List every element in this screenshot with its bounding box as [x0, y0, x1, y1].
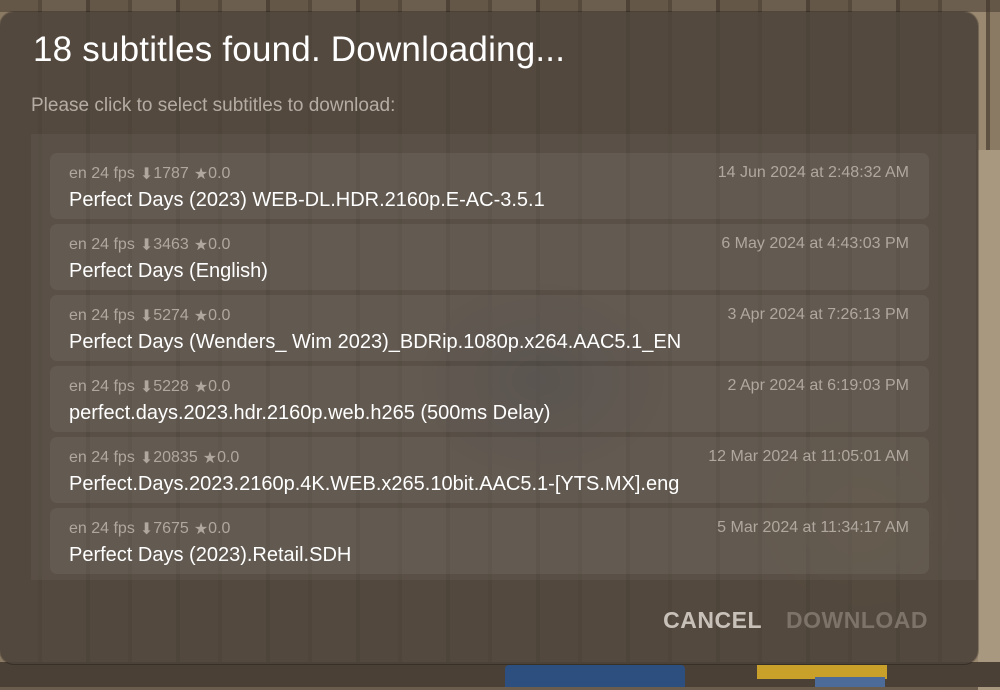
subtitle-name: Perfect Days (Wenders_ Wim 2023)_BDRip.1… [69, 331, 682, 353]
subtitle-rating: 0.0 [208, 236, 231, 253]
subtitle-rating: 0.0 [208, 378, 231, 395]
subtitle-item[interactable]: en 24 fps ⬇ 7675 ★ 0.0 5 Mar 2024 at 11:34… [50, 508, 929, 574]
download-arrow-icon: ⬇ [139, 379, 154, 396]
subtitle-meta: en 24 fps ⬇ 1787 ★ 0.0 [69, 164, 230, 184]
subtitle-download-count: 20835 [153, 449, 198, 466]
background-right-post [978, 150, 1000, 690]
background-figure-shoe [815, 677, 885, 687]
background-top-strip [0, 0, 1000, 12]
download-arrow-icon: ⬇ [139, 450, 154, 467]
download-button[interactable]: DOWNLOAD [786, 607, 928, 634]
subtitle-date: 3 Apr 2024 at 7:26:13 PM [727, 306, 909, 323]
subtitle-download-count: 7675 [153, 520, 189, 537]
subtitle-date: 2 Apr 2024 at 6:19:03 PM [727, 377, 909, 394]
star-icon: ★ [193, 379, 209, 396]
subtitle-meta: en 24 fps ⬇ 5274 ★ 0.0 [69, 306, 230, 326]
subtitle-list[interactable]: en 24 fps ⬇ 1787 ★ 0.0 14 Jun 2024 at 2:48… [31, 134, 976, 580]
subtitle-date: 12 Mar 2024 at 11:05:01 AM [708, 448, 909, 465]
subtitle-lang-fps: en 24 fps [69, 449, 135, 466]
star-icon: ★ [193, 308, 209, 325]
download-arrow-icon: ⬇ [139, 166, 154, 183]
subtitle-item[interactable]: en 24 fps ⬇ 1787 ★ 0.0 14 Jun 2024 at 2:48… [50, 153, 929, 219]
cancel-button[interactable]: CANCEL [663, 607, 762, 634]
star-icon: ★ [202, 450, 218, 467]
subtitle-download-count: 5274 [153, 307, 189, 324]
subtitle-lang-fps: en 24 fps [69, 165, 135, 182]
subtitle-item[interactable]: en 24 fps ⬇ 5274 ★ 0.0 3 Apr 2024 at 7:26:… [50, 295, 929, 361]
subtitle-name: Perfect Days (2023) WEB-DL.HDR.2160p.E-A… [69, 189, 545, 211]
subtitle-date: 6 May 2024 at 4:43:03 PM [721, 235, 909, 252]
download-arrow-icon: ⬇ [139, 308, 154, 325]
dialog-actions: CANCEL DOWNLOAD [663, 607, 928, 634]
subtitle-name: Perfect.Days.2023.2160p.4K.WEB.x265.10bi… [69, 473, 680, 495]
subtitle-rating: 0.0 [208, 165, 231, 182]
subtitle-meta: en 24 fps ⬇ 20835 ★ 0.0 [69, 448, 239, 468]
subtitle-name: Perfect Days (2023).Retail.SDH [69, 544, 352, 566]
dialog-instruction: Please click to select subtitles to down… [31, 95, 396, 116]
subtitle-rating: 0.0 [208, 307, 231, 324]
subtitle-name: perfect.days.2023.hdr.2160p.web.h265 (50… [69, 402, 551, 424]
background-figure-jeans [505, 665, 685, 687]
subtitle-download-count: 3463 [153, 236, 189, 253]
subtitle-download-count: 5228 [153, 378, 189, 395]
subtitle-rating: 0.0 [208, 520, 231, 537]
subtitle-item[interactable]: en 24 fps ⬇ 3463 ★ 0.0 6 May 2024 at 4:43:… [50, 224, 929, 290]
subtitle-rating: 0.0 [217, 449, 240, 466]
subtitle-lang-fps: en 24 fps [69, 307, 135, 324]
download-arrow-icon: ⬇ [139, 521, 154, 538]
subtitle-lang-fps: en 24 fps [69, 236, 135, 253]
star-icon: ★ [193, 237, 209, 254]
download-arrow-icon: ⬇ [139, 237, 154, 254]
subtitle-name: Perfect Days (English) [69, 260, 268, 282]
star-icon: ★ [193, 166, 209, 183]
subtitle-meta: en 24 fps ⬇ 3463 ★ 0.0 [69, 235, 230, 255]
dialog-title: 18 subtitles found. Downloading... [33, 30, 566, 69]
subtitle-item[interactable]: en 24 fps ⬇ 20835 ★ 0.0 12 Mar 2024 at 11:… [50, 437, 929, 503]
subtitle-item[interactable]: en 24 fps ⬇ 5228 ★ 0.0 2 Apr 2024 at 6:19:… [50, 366, 929, 432]
star-icon: ★ [193, 521, 209, 538]
subtitle-meta: en 24 fps ⬇ 5228 ★ 0.0 [69, 377, 230, 397]
subtitle-lang-fps: en 24 fps [69, 378, 135, 395]
subtitle-dialog: 18 subtitles found. Downloading... Pleas… [0, 12, 978, 664]
subtitle-date: 14 Jun 2024 at 2:48:32 AM [717, 164, 909, 181]
subtitle-download-count: 1787 [153, 165, 189, 182]
subtitle-lang-fps: en 24 fps [69, 520, 135, 537]
subtitle-meta: en 24 fps ⬇ 7675 ★ 0.0 [69, 519, 230, 539]
subtitle-date: 5 Mar 2024 at 11:34:17 AM [717, 519, 909, 536]
